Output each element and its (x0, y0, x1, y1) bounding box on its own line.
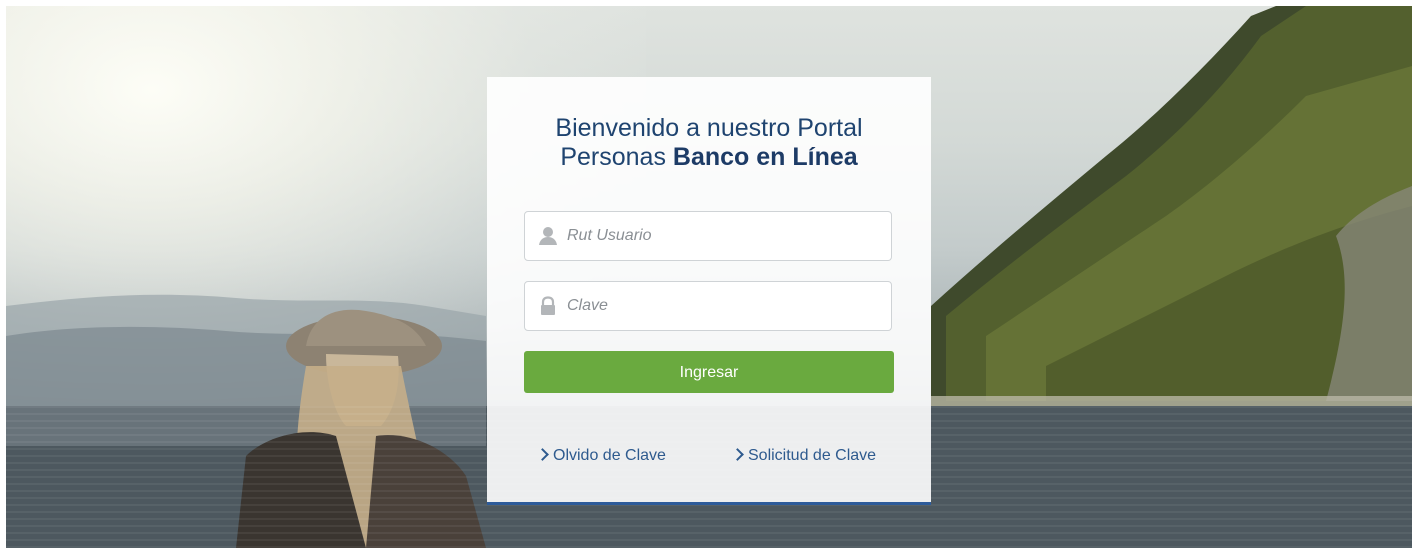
chevron-right-icon (536, 448, 549, 461)
forgot-password-link[interactable]: Olvido de Clave (536, 444, 666, 468)
page-frame: Bienvenido a nuestro Portal Personas Ban… (6, 6, 1412, 548)
welcome-line-2: Personas Banco en Línea (487, 143, 931, 172)
password-input[interactable] (567, 282, 877, 330)
welcome-line-2-normal: Personas (560, 143, 673, 171)
rut-input[interactable] (567, 212, 877, 260)
request-password-link[interactable]: Solicitud de Clave (731, 444, 877, 468)
rut-field[interactable] (524, 211, 892, 261)
request-password-label: Solicitud de Clave (748, 447, 877, 464)
user-icon (538, 226, 558, 246)
help-links: Olvido de Clave Solicitud de Clave (487, 444, 931, 468)
forgot-password-label: Olvido de Clave (553, 447, 666, 464)
welcome-heading: Bienvenido a nuestro Portal Personas Ban… (487, 114, 931, 172)
welcome-line-1: Bienvenido a nuestro Portal (555, 114, 863, 142)
bank-name: Banco en Línea (672, 143, 858, 171)
chevron-right-icon (731, 448, 744, 461)
lock-icon (538, 296, 558, 316)
password-field[interactable] (524, 281, 892, 331)
submit-button[interactable]: Ingresar (524, 351, 894, 393)
login-card: Bienvenido a nuestro Portal Personas Ban… (487, 77, 931, 505)
